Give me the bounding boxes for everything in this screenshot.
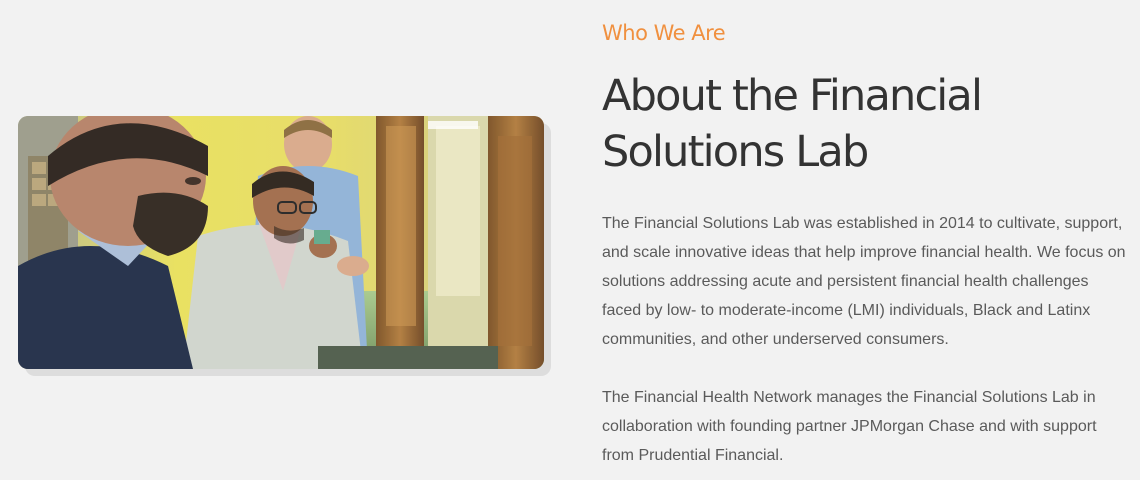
team-photo	[18, 116, 544, 369]
about-paragraph-1: The Financial Solutions Lab was establis…	[602, 215, 1126, 348]
page-title: About the Financial Solutions Lab	[602, 68, 1132, 180]
page-title-line2: Solutions Lab	[602, 127, 869, 177]
section-eyebrow: Who We Are	[602, 21, 726, 45]
page-title-line1: About the Financial	[602, 71, 983, 121]
about-paragraph-2: The Financial Health Network manages the…	[602, 389, 1097, 464]
about-content: Who We Are About the Financial Solutions…	[602, 18, 1132, 470]
about-section: Who We Are About the Financial Solutions…	[0, 0, 1140, 480]
